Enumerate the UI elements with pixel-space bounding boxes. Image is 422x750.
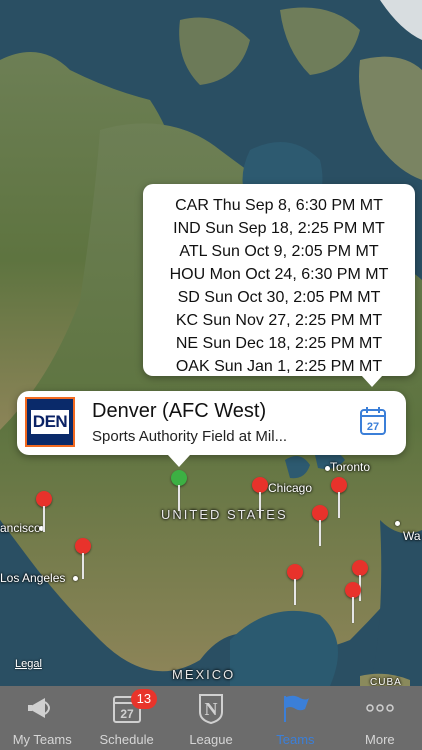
tab-label: Teams bbox=[276, 732, 315, 747]
schedule-game: NE Sun Dec 18, 2:25 PM MT bbox=[175, 335, 383, 352]
city-dot bbox=[395, 521, 400, 526]
map-label-toronto: Toronto bbox=[330, 460, 371, 474]
map-pin[interactable] bbox=[251, 477, 269, 519]
map-pin[interactable] bbox=[344, 582, 362, 624]
schedule-game: SD Sun Oct 30, 2:05 PM MT bbox=[177, 289, 381, 306]
legal-link[interactable]: Legal bbox=[15, 658, 42, 670]
schedule-game: CAR Thu Sep 8, 6:30 PM MT bbox=[175, 197, 383, 214]
tab-league[interactable]: N League bbox=[169, 686, 253, 750]
team-name: Denver (AFC West) bbox=[92, 400, 267, 422]
city-dot bbox=[325, 466, 330, 471]
team-logo-text: DEN bbox=[30, 410, 70, 434]
tab-my-teams[interactable]: My Teams bbox=[0, 686, 84, 750]
map-pin[interactable] bbox=[286, 564, 304, 606]
map-pin[interactable] bbox=[330, 477, 348, 519]
tab-label: My Teams bbox=[12, 732, 72, 747]
schedule-game: KC Sun Nov 27, 2:25 PM MT bbox=[175, 312, 383, 329]
map-label-los-angeles: Los Angeles bbox=[0, 571, 66, 585]
league-logo-icon: N bbox=[194, 692, 228, 725]
schedule-game: IND Sun Sep 18, 2:25 PM MT bbox=[173, 220, 385, 237]
tab-bar: My Teams 27 13 Schedule N League Teams M… bbox=[0, 686, 422, 750]
team-logo: DEN bbox=[25, 397, 75, 447]
map-pin-denver-selected[interactable] bbox=[170, 470, 188, 512]
tab-teams[interactable]: Teams bbox=[253, 686, 337, 750]
tab-calendar-day: 27 bbox=[120, 707, 134, 721]
more-dots-icon bbox=[363, 692, 397, 724]
team-venue: Sports Authority Field at Mil... bbox=[92, 428, 288, 445]
schedule-popover: CAR Thu Sep 8, 6:30 PM MT IND Sun Sep 18… bbox=[143, 184, 415, 387]
map-label-washington: Wa bbox=[403, 529, 421, 543]
schedule-game: OAK Sun Jan 1, 2:25 PM MT bbox=[175, 358, 383, 375]
map-pin[interactable] bbox=[311, 505, 329, 547]
map-pin[interactable] bbox=[35, 491, 53, 533]
schedule-game: HOU Mon Oct 24, 6:30 PM MT bbox=[169, 266, 389, 283]
tab-label: League bbox=[189, 732, 233, 747]
team-callout[interactable]: DEN Denver (AFC West) Sports Authority F… bbox=[17, 391, 406, 467]
tab-more[interactable]: More bbox=[338, 686, 422, 750]
megaphone-icon bbox=[25, 692, 59, 724]
map-label-chicago: Chicago bbox=[268, 481, 313, 495]
schedule-list: CAR Thu Sep 8, 6:30 PM MT IND Sun Sep 18… bbox=[143, 184, 415, 378]
tab-schedule[interactable]: 27 13 Schedule bbox=[84, 686, 168, 750]
notification-badge: 13 bbox=[130, 689, 157, 709]
flag-icon bbox=[278, 692, 312, 724]
league-letter: N bbox=[205, 699, 218, 719]
map-label-mexico: MEXICO bbox=[172, 667, 236, 682]
calendar-icon[interactable]: 27 bbox=[359, 405, 387, 437]
tab-label: More bbox=[365, 732, 395, 747]
calendar-day: 27 bbox=[367, 421, 379, 433]
schedule-game: ATL Sun Oct 9, 2:05 PM MT bbox=[179, 243, 379, 260]
map-pin[interactable] bbox=[74, 538, 92, 580]
map-label-cuba: CUBA bbox=[370, 677, 402, 686]
tab-label: Schedule bbox=[99, 732, 154, 747]
